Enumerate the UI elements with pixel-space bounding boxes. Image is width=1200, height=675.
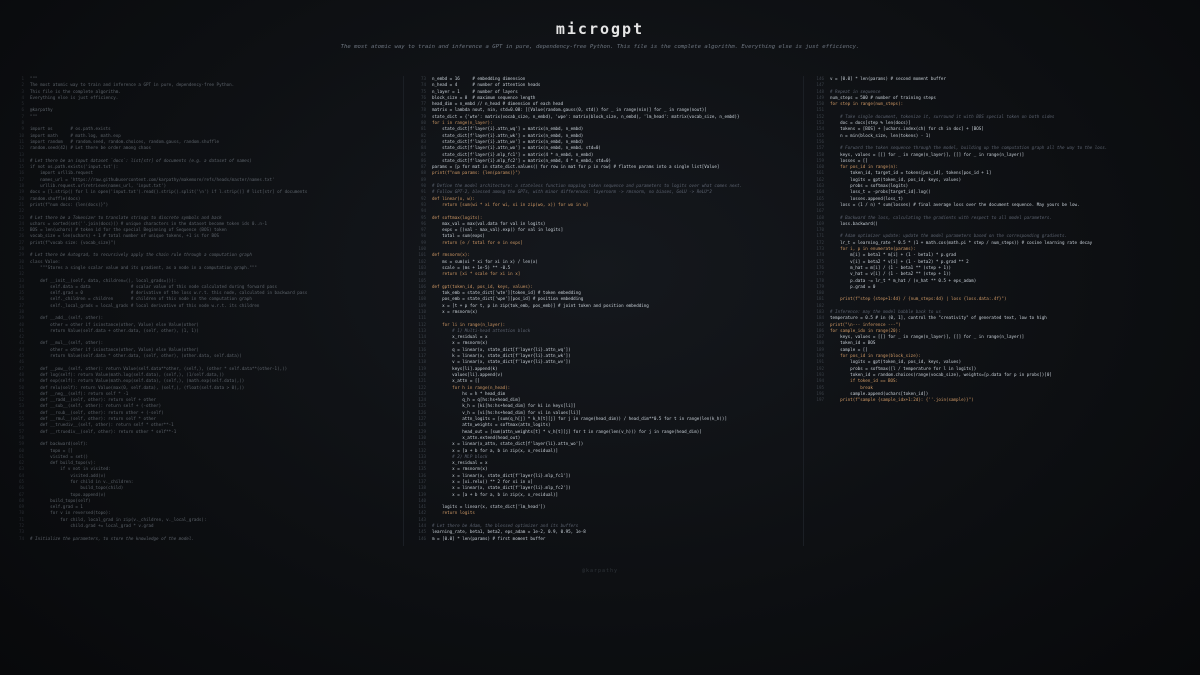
footer-handle: @karpathy — [581, 568, 619, 574]
code-text: m = [0.0] * len(params) # first moment b… — [432, 535, 546, 541]
column-divider-1 — [403, 76, 404, 546]
code-line: 146 m = [0.0] * len(params) # first momen… — [410, 536, 800, 542]
code-text: return Value(self.data * other.data, (se… — [30, 353, 242, 359]
code-text: return Value(self.data + other.data, (se… — [30, 327, 199, 333]
code-text: # Let there be Autograd, to recursively … — [30, 252, 252, 258]
code-text: def __rtruediv__(self, other): return ot… — [30, 428, 177, 434]
code-text: n = min(block_size, len(tokens) - 1) — [830, 132, 931, 138]
code-text: child.grad += local_grad * v.grad — [30, 523, 154, 529]
code-text: """ — [30, 113, 38, 119]
code-text: print(f"sample {sample_idx+1:2d}: {''.jo… — [830, 397, 974, 403]
code-text: x = [a + b for a, b in zip(x, x_residual… — [432, 491, 559, 497]
code-line: 74 # Initialize the parameters, to store … — [8, 536, 398, 542]
column-divider-2 — [803, 76, 804, 546]
line-number: 146 — [418, 535, 426, 541]
code-text: return [e / total for e in exps] — [432, 239, 523, 245]
code-text: return [sum(wi * xi for wi, xi in zip(wo… — [432, 201, 589, 207]
code-text: # Initialize the parameters, to store th… — [30, 535, 194, 541]
code-text: print(f"num params: {len(params)}") — [432, 170, 521, 176]
code-text: loss = (1 / n) * sum(losses) # final ave… — [830, 201, 1080, 207]
code-text: print(f"vocab size: {vocab_size}") — [30, 239, 116, 245]
code-text: random.seed(42) # Let there be order amo… — [30, 145, 152, 151]
code-text: Everything else is just efficiency. — [30, 94, 119, 100]
page-subtitle: The most atomic way to train and inferen… — [340, 44, 860, 50]
line-number: 197 — [816, 397, 824, 403]
code-text: for step in range(num_steps): — [830, 101, 904, 107]
code-text: loss.backward() — [830, 220, 878, 226]
code-text: print(f"num docs: {len(docs)}") — [30, 201, 109, 207]
line-number: 74 — [18, 535, 24, 541]
code-column-2: 73 n_embd = 16 # embedding dimension 74 n_h… — [410, 76, 800, 546]
code-text: v = [0.0] * len(params) # second moment … — [830, 76, 946, 81]
code-text: x = rmsnorm(x) — [432, 308, 478, 314]
code-column-3: 146 v = [0.0] * len(params) # second mome… — [808, 76, 1193, 546]
code-text: return [xi * scale for xi in x] — [432, 271, 521, 277]
code-text: print(f"step {step+1:4d} / {num_steps:4d… — [830, 296, 1007, 302]
code-line: 197 print(f"sample {sample_idx+1:2d}: {'… — [808, 397, 1193, 403]
code-text: return logits — [432, 510, 475, 516]
code-text: self._local_grads = local_grads # local … — [30, 302, 260, 308]
code-text: """Stores a single scalar value and its … — [30, 264, 257, 270]
code-text: p.grad = 0 — [830, 283, 876, 289]
code-column-1: 1 """ 2 The most atomic way to train and in… — [8, 76, 398, 546]
page-title: microgpt — [555, 20, 645, 38]
